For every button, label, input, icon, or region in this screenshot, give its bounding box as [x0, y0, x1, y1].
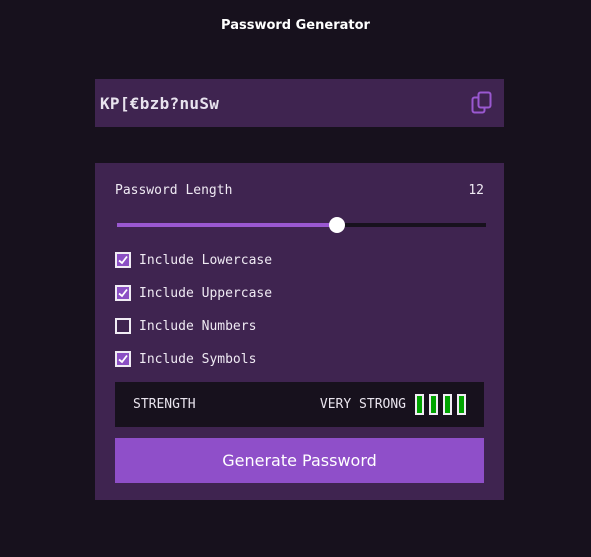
strength-meter: STRENGTH VERY STRONG [115, 382, 484, 427]
strength-bar [443, 394, 452, 415]
option-lowercase[interactable]: Include Lowercase [115, 252, 272, 268]
strength-bar [415, 394, 424, 415]
strength-value: VERY STRONG [319, 397, 406, 412]
strength-bar [429, 394, 438, 415]
copy-icon[interactable] [470, 90, 494, 116]
option-label: Include Uppercase [139, 285, 273, 301]
uppercase-checkbox[interactable] [115, 285, 131, 301]
symbols-checkbox[interactable] [115, 351, 131, 367]
password-display: KP[€bzb?nuSw [95, 79, 504, 127]
option-numbers[interactable]: Include Numbers [115, 318, 256, 334]
length-label: Password Length [115, 183, 233, 198]
lowercase-checkbox[interactable] [115, 252, 131, 268]
option-label: Include Lowercase [139, 252, 273, 268]
length-slider-fill [117, 223, 337, 227]
password-text[interactable]: KP[€bzb?nuSw [100, 94, 470, 113]
strength-label: STRENGTH [133, 397, 196, 412]
option-symbols[interactable]: Include Symbols [115, 351, 256, 367]
settings-panel: Password Length 12 Include Lowercase Inc… [95, 163, 504, 500]
length-slider[interactable] [117, 217, 486, 233]
app-title: Password Generator [221, 18, 370, 33]
option-label: Include Numbers [139, 318, 257, 334]
numbers-checkbox[interactable] [115, 318, 131, 334]
strength-bar [457, 394, 466, 415]
option-uppercase[interactable]: Include Uppercase [115, 285, 272, 301]
length-value: 12 [468, 183, 484, 198]
length-row: Password Length 12 [115, 183, 484, 198]
length-slider-thumb[interactable] [328, 217, 345, 233]
option-label: Include Symbols [139, 351, 257, 367]
strength-bars [415, 394, 466, 415]
generate-button[interactable]: Generate Password [115, 438, 484, 483]
